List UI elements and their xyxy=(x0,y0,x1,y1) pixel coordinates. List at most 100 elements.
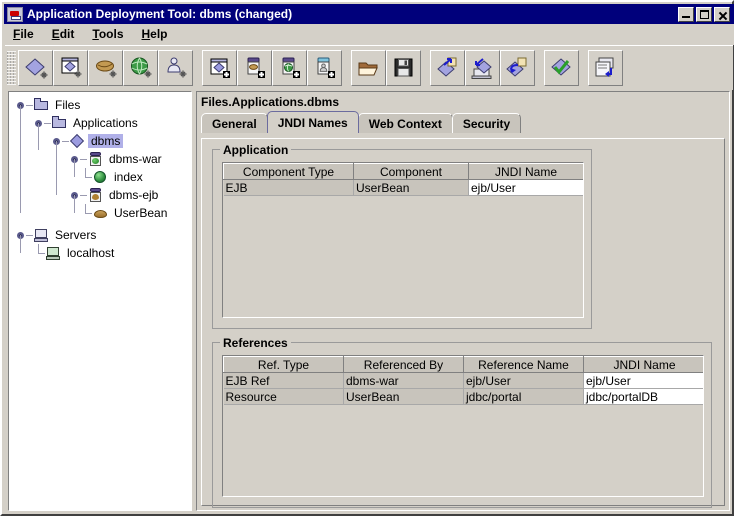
toolbar-separator xyxy=(193,50,202,86)
tree-connector xyxy=(20,195,21,213)
maximize-button[interactable] xyxy=(696,6,712,22)
navigation-tree-panel[interactable]: Files Applications dbms dbms-war index d… xyxy=(8,91,192,511)
table-header-row: Component Type Component JNDI Name xyxy=(223,163,583,180)
table-row[interactable]: EJB Ref dbms-war ejb/User ejb/User xyxy=(223,372,703,389)
new-application-from-file-icon[interactable] xyxy=(53,50,88,86)
new-web-component-icon[interactable] xyxy=(123,50,158,86)
toolbar-separator xyxy=(421,50,430,86)
table-row[interactable]: EJB UserBean ejb/User xyxy=(223,179,583,196)
export-icon[interactable] xyxy=(588,50,623,86)
tab-panel-jndi-names: Application Component Type Component JND… xyxy=(201,138,725,508)
tree-node-dbms[interactable]: dbms xyxy=(9,123,191,150)
new-application-icon[interactable] xyxy=(18,50,53,86)
open-icon[interactable] xyxy=(351,50,386,86)
servers-icon xyxy=(33,227,50,243)
tree-connector xyxy=(80,168,92,186)
tab-label: Web Context xyxy=(368,116,442,131)
save-icon[interactable] xyxy=(386,50,421,86)
column-header-component[interactable]: Component xyxy=(353,163,469,180)
cell-ref-type: Resource xyxy=(223,388,344,405)
tab-web-context[interactable]: Web Context xyxy=(357,113,453,133)
references-group: References Ref. Type Referenced By Refer… xyxy=(212,336,712,508)
deploy-icon[interactable] xyxy=(430,50,465,86)
breadcrumb: Files.Applications.dbms xyxy=(201,95,340,109)
tree-connector xyxy=(20,123,21,141)
application-table-container[interactable]: Component Type Component JNDI Name EJB U… xyxy=(222,162,584,318)
cell-jndi-name[interactable]: jdbc/portalDB xyxy=(583,388,703,405)
column-header-jndi-name[interactable]: JNDI Name xyxy=(468,163,583,180)
cell-reference-name: ejb/User xyxy=(463,372,584,389)
cell-ref-type: EJB Ref xyxy=(223,372,344,389)
tree-connector xyxy=(74,159,75,177)
tree-node-dbms-war[interactable]: dbms-war xyxy=(9,141,191,168)
ejb-jar-icon xyxy=(87,187,104,203)
column-header-jndi-name[interactable]: JNDI Name xyxy=(583,356,703,373)
toolbar-separator xyxy=(579,50,588,86)
folder-icon xyxy=(51,115,68,131)
add-client-jar-icon[interactable] xyxy=(307,50,342,86)
add-ejb-jar-icon[interactable] xyxy=(237,50,272,86)
toolbar-separator xyxy=(342,50,351,86)
tree-node-files[interactable]: Files xyxy=(9,96,191,114)
tree-node-label: index xyxy=(114,170,143,184)
tree-node-userbean[interactable]: UserBean xyxy=(9,195,191,222)
new-ejb-jar-icon[interactable] xyxy=(88,50,123,86)
tab-general[interactable]: General xyxy=(201,113,268,133)
add-web-war-icon[interactable] xyxy=(272,50,307,86)
tab-security[interactable]: Security xyxy=(451,113,522,133)
navigation-tree: Files Applications dbms dbms-war index d… xyxy=(9,92,191,262)
tree-connector xyxy=(74,195,75,213)
column-header-referenced-by[interactable]: Referenced By xyxy=(343,356,464,373)
ejb-bean-icon xyxy=(92,205,109,221)
deploy-to-server-icon[interactable] xyxy=(465,50,500,86)
menu-item-file[interactable]: File xyxy=(4,25,43,43)
column-header-ref-type[interactable]: Ref. Type xyxy=(223,356,344,373)
tree-node-label: Files xyxy=(55,98,81,112)
tree-node-localhost[interactable]: localhost xyxy=(9,235,191,262)
cell-jndi-name[interactable]: ejb/User xyxy=(468,179,583,196)
redeploy-icon[interactable] xyxy=(500,50,535,86)
tree-node-servers[interactable]: Servers xyxy=(9,226,191,244)
table-row[interactable]: Resource UserBean jdbc/portal jdbc/porta… xyxy=(223,388,703,405)
tree-node-index[interactable]: index xyxy=(9,159,191,186)
application-group-title: Application xyxy=(220,143,292,157)
tab-jndi-names[interactable]: JNDI Names xyxy=(266,111,359,133)
tree-node-label: Servers xyxy=(55,228,97,242)
tree-connector xyxy=(20,141,21,159)
tree-node-dbms-ejb[interactable]: dbms-ejb xyxy=(9,159,191,204)
close-button[interactable] xyxy=(714,6,730,22)
column-header-component-type[interactable]: Component Type xyxy=(223,163,354,180)
new-app-client-icon[interactable] xyxy=(158,50,193,86)
tree-connector xyxy=(26,104,33,106)
toolbar xyxy=(5,45,733,90)
cell-jndi-name[interactable]: ejb/User xyxy=(583,372,703,389)
menu-bar: File Edit Tools Help xyxy=(4,24,734,45)
add-application-icon[interactable] xyxy=(202,50,237,86)
cell-referenced-by: UserBean xyxy=(343,388,464,405)
web-component-globe-icon xyxy=(92,169,109,185)
tree-node-label: dbms xyxy=(88,134,124,148)
tree-connector xyxy=(62,140,69,142)
menu-item-tools[interactable]: Tools xyxy=(83,25,132,43)
toolbar-drag-handle[interactable] xyxy=(7,51,16,85)
table-header-row: Ref. Type Referenced By Reference Name J… xyxy=(223,356,703,373)
tab-label: General xyxy=(212,116,257,131)
toolbar-separator xyxy=(535,50,544,86)
details-panel: Files.Applications.dbms General JNDI Nam… xyxy=(196,91,730,511)
references-table[interactable]: Ref. Type Referenced By Reference Name J… xyxy=(223,356,703,405)
references-table-container[interactable]: Ref. Type Referenced By Reference Name J… xyxy=(222,355,704,497)
menu-item-help[interactable]: Help xyxy=(133,25,177,43)
cell-referenced-by: dbms-war xyxy=(343,372,464,389)
tree-node-label: dbms-war xyxy=(109,152,162,166)
application-table[interactable]: Component Type Component JNDI Name EJB U… xyxy=(223,163,583,196)
column-header-reference-name[interactable]: Reference Name xyxy=(463,356,584,373)
tree-connector xyxy=(26,234,33,236)
tree-node-applications[interactable]: Applications xyxy=(9,105,191,132)
war-jar-icon xyxy=(87,151,104,167)
title-bar: Application Deployment Tool: dbms (chang… xyxy=(4,4,734,24)
minimize-button[interactable] xyxy=(678,6,694,22)
window-title: Application Deployment Tool: dbms (chang… xyxy=(27,7,293,21)
tree-connector xyxy=(20,159,21,177)
menu-item-edit[interactable]: Edit xyxy=(43,25,84,43)
verify-icon[interactable] xyxy=(544,50,579,86)
